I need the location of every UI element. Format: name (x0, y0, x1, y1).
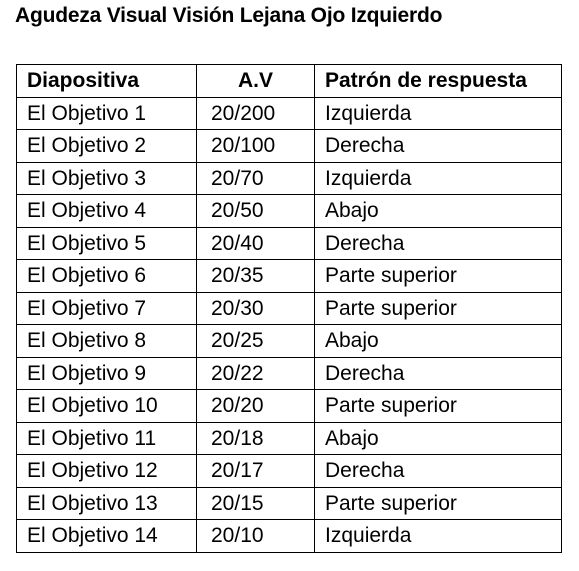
cell-av: 20/10 (196, 519, 315, 553)
cell-patron: Parte superior (314, 486, 562, 520)
table-row: El Objetivo 7 20/30 Parte superior (16, 291, 562, 325)
cell-patron: Parte superior (314, 259, 562, 293)
cell-diapositiva: El Objetivo 2 (16, 129, 197, 163)
cell-av: 20/200 (196, 96, 315, 130)
table-row: El Objetivo 11 20/18 Abajo (16, 421, 562, 455)
document-title: Agudeza Visual Visión Lejana Ojo Izquier… (15, 4, 443, 27)
cell-diapositiva: El Objetivo 3 (16, 161, 197, 195)
cell-diapositiva: El Objetivo 4 (16, 194, 197, 228)
cell-av: 20/18 (196, 421, 315, 455)
cell-patron: Abajo (314, 194, 562, 228)
cell-av: 20/30 (196, 291, 315, 325)
cell-av: 20/70 (196, 161, 315, 195)
cell-av: 20/25 (196, 324, 315, 358)
table-row: El Objetivo 6 20/35 Parte superior (16, 259, 562, 293)
cell-av: 20/40 (196, 226, 315, 260)
cell-diapositiva: El Objetivo 12 (16, 454, 197, 488)
table-row: El Objetivo 14 20/10 Izquierda (16, 519, 562, 553)
table-row: El Objetivo 2 20/100 Derecha (16, 129, 562, 163)
table-row: El Objetivo 8 20/25 Abajo (16, 324, 562, 358)
cell-av: 20/15 (196, 486, 315, 520)
cell-patron: Derecha (314, 356, 562, 390)
header-patron-de-respuesta: Patrón de respuesta (314, 64, 562, 98)
cell-diapositiva: El Objetivo 11 (16, 421, 197, 455)
table-row: El Objetivo 9 20/22 Derecha (16, 356, 562, 390)
cell-diapositiva: El Objetivo 10 (16, 389, 197, 423)
table-row: El Objetivo 10 20/20 Parte superior (16, 389, 562, 423)
cell-diapositiva: El Objetivo 13 (16, 486, 197, 520)
table-row: El Objetivo 4 20/50 Abajo (16, 194, 562, 228)
cell-av: 20/22 (196, 356, 315, 390)
cell-patron: Izquierda (314, 161, 562, 195)
cell-diapositiva: El Objetivo 5 (16, 226, 197, 260)
header-av: A.V (196, 64, 315, 98)
cell-diapositiva: El Objetivo 1 (16, 96, 197, 130)
visual-acuity-table: Diapositiva A.V Patrón de respuesta El O… (16, 64, 562, 553)
cell-patron: Abajo (314, 421, 562, 455)
cell-diapositiva: El Objetivo 14 (16, 519, 197, 553)
table-row: El Objetivo 13 20/15 Parte superior (16, 486, 562, 520)
cell-patron: Izquierda (314, 96, 562, 130)
cell-patron: Derecha (314, 226, 562, 260)
table-row: El Objetivo 1 20/200 Izquierda (16, 96, 562, 130)
cell-av: 20/100 (196, 129, 315, 163)
table-row: El Objetivo 12 20/17 Derecha (16, 454, 562, 488)
table-row: El Objetivo 5 20/40 Derecha (16, 226, 562, 260)
cell-av: 20/17 (196, 454, 315, 488)
cell-av: 20/50 (196, 194, 315, 228)
cell-av: 20/20 (196, 389, 315, 423)
cell-patron: Derecha (314, 129, 562, 163)
cell-patron: Parte superior (314, 291, 562, 325)
table-body: El Objetivo 1 20/200 Izquierda El Objeti… (16, 96, 562, 553)
header-diapositiva: Diapositiva (16, 64, 197, 98)
cell-patron: Parte superior (314, 389, 562, 423)
cell-diapositiva: El Objetivo 9 (16, 356, 197, 390)
cell-diapositiva: El Objetivo 6 (16, 259, 197, 293)
cell-diapositiva: El Objetivo 8 (16, 324, 197, 358)
cell-patron: Derecha (314, 454, 562, 488)
cell-patron: Abajo (314, 324, 562, 358)
cell-patron: Izquierda (314, 519, 562, 553)
cell-diapositiva: El Objetivo 7 (16, 291, 197, 325)
table-row: El Objetivo 3 20/70 Izquierda (16, 161, 562, 195)
cell-av: 20/35 (196, 259, 315, 293)
table-header-row: Diapositiva A.V Patrón de respuesta (16, 64, 562, 98)
